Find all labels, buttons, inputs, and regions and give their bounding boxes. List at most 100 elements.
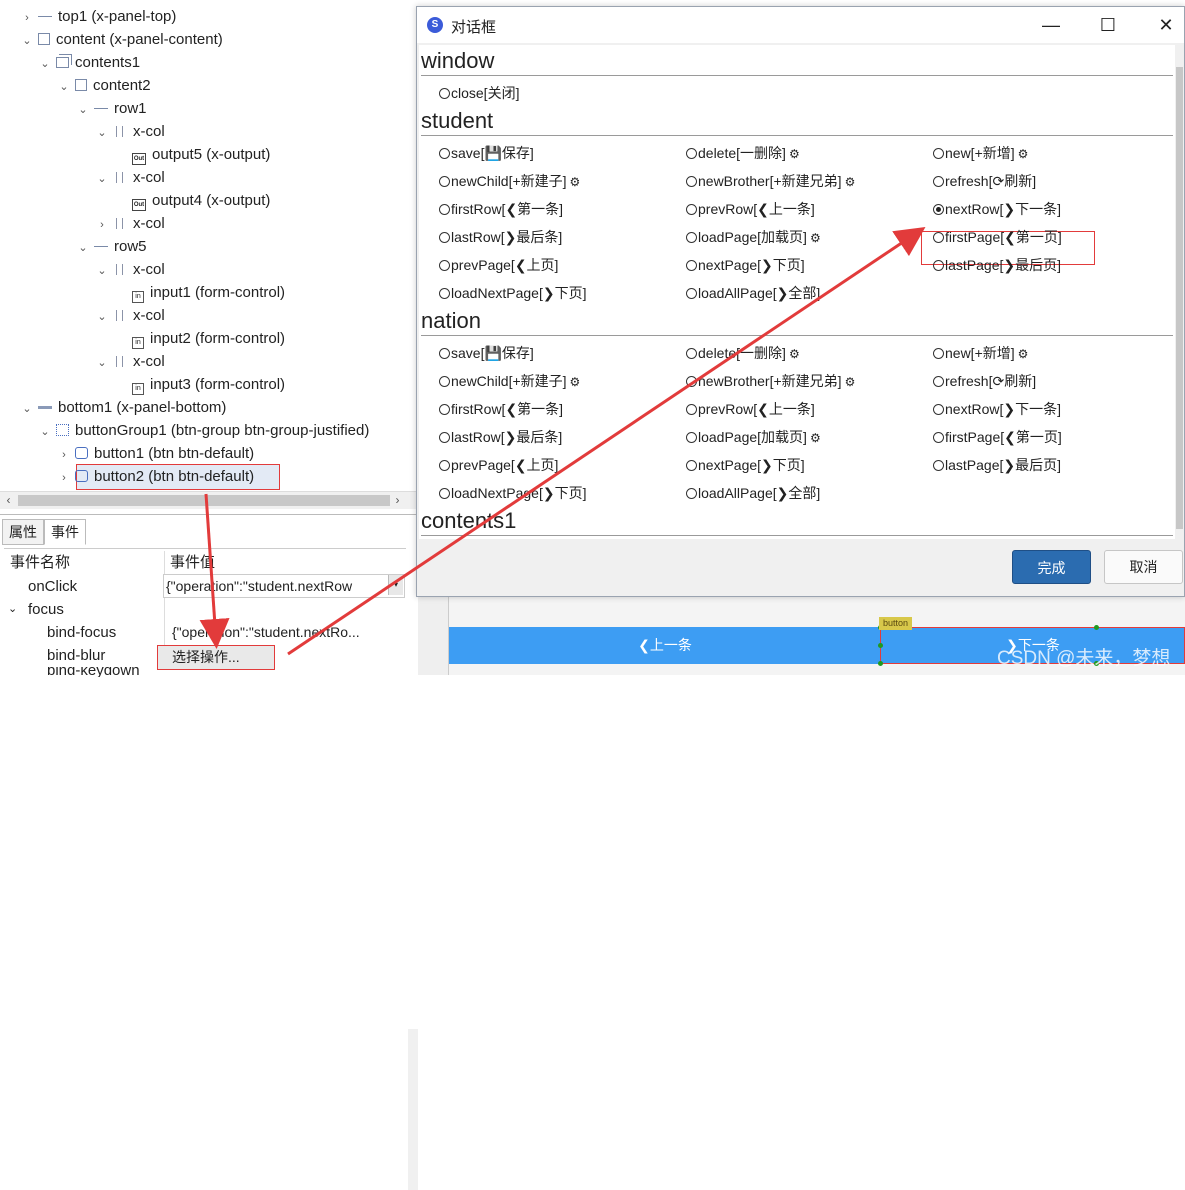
radio-button[interactable] (933, 460, 944, 471)
radio-button[interactable] (439, 288, 450, 299)
chevron-right-icon[interactable]: › (20, 7, 34, 30)
tree-node[interactable]: in input2 (form-control) (114, 327, 285, 350)
tree-node[interactable]: › x-col (95, 212, 165, 235)
operation-option[interactable]: firstRow[❮第一条] (439, 199, 563, 219)
radio-button[interactable] (439, 204, 450, 215)
chevron-right-icon[interactable]: › (57, 467, 71, 490)
scrollbar-thumb[interactable] (18, 495, 390, 506)
operation-option[interactable]: loadAllPage[❯全部] (686, 283, 820, 303)
operation-option[interactable]: firstPage[❮第一页] (933, 227, 1062, 247)
onclick-dropdown-icon[interactable]: ▾ (388, 575, 403, 595)
operation-option[interactable]: newChild[+新建子] ⚙ (439, 171, 580, 191)
operation-option[interactable]: loadPage[加载页] ⚙ (686, 427, 821, 447)
done-button[interactable]: 完成 (1012, 550, 1091, 584)
resize-handle[interactable] (878, 643, 883, 648)
radio-button[interactable] (439, 260, 450, 271)
chevron-right-icon[interactable]: › (57, 444, 71, 467)
radio-button[interactable] (686, 176, 697, 187)
tree-node[interactable]: ⌄ x-col (95, 304, 164, 329)
tree-node[interactable]: in input1 (form-control) (114, 281, 285, 304)
tree-node[interactable]: › button2 (btn btn-default) (57, 465, 254, 488)
onclick-value-field[interactable]: {"operation":"student.nextRow (163, 574, 405, 598)
radio-button[interactable] (439, 404, 450, 415)
radio-button[interactable] (439, 460, 450, 471)
radio-button[interactable] (439, 88, 450, 99)
radio-button[interactable] (933, 176, 944, 187)
tree-node[interactable]: Out output4 (x-output) (114, 189, 270, 212)
chevron-right-icon[interactable]: › (95, 214, 109, 237)
radio-button[interactable] (439, 348, 450, 359)
radio-button[interactable] (933, 148, 944, 159)
operation-option[interactable]: nextRow[❯下一条] (933, 199, 1061, 219)
radio-button[interactable] (686, 232, 697, 243)
chevron-down-icon[interactable]: ⌄ (57, 76, 71, 99)
operation-option[interactable]: refresh[⟳刷新] (933, 171, 1036, 191)
operation-option[interactable]: nextPage[❯下页] (686, 255, 805, 275)
dialog-titlebar[interactable]: S 对话框 — ☐ ✕ (417, 7, 1184, 43)
radio-button[interactable] (439, 176, 450, 187)
operation-option[interactable]: firstRow[❮第一条] (439, 399, 563, 419)
tree-node[interactable]: ⌄ contents1 (38, 51, 140, 74)
radio-button[interactable] (686, 488, 697, 499)
operation-option[interactable]: delete[一删除] ⚙ (686, 143, 800, 163)
tree-node[interactable]: ⌄ content2 (57, 74, 150, 99)
radio-button[interactable] (439, 232, 450, 243)
close-icon[interactable]: ✕ (1146, 11, 1185, 39)
resize-handle[interactable] (878, 661, 883, 666)
operation-option[interactable]: loadNextPage[❯下页] (439, 483, 586, 503)
operation-option[interactable]: save[💾保存] (439, 343, 534, 363)
operation-option[interactable]: save[💾保存] (439, 143, 534, 163)
chevron-down-icon[interactable]: ⌄ (38, 53, 52, 76)
operation-option[interactable]: loadAllPage[❯全部] (686, 483, 820, 503)
chevron-down-icon[interactable]: ⌄ (76, 99, 90, 122)
tree-node[interactable]: › top1 (x-panel-top) (20, 5, 176, 28)
dialog-vertical-scrollbar[interactable] (1175, 45, 1184, 539)
radio-button[interactable] (686, 404, 697, 415)
radio-button[interactable] (933, 432, 944, 443)
chevron-down-icon[interactable]: ⌄ (95, 306, 109, 329)
tree-node[interactable]: ⌄ x-col (95, 350, 164, 375)
radio-button[interactable] (686, 432, 697, 443)
radio-button[interactable] (686, 204, 697, 215)
resize-handle[interactable] (1094, 625, 1099, 630)
chevron-down-icon[interactable]: ⌄ (38, 421, 52, 444)
operation-option[interactable]: newChild[+新建子] ⚙ (439, 371, 580, 391)
tree-node[interactable]: ⌄ row5 (76, 235, 146, 260)
operation-option[interactable]: prevRow[❮上一条] (686, 399, 815, 419)
radio-button[interactable] (933, 232, 944, 243)
tree-node[interactable]: › button1 (btn btn-default) (57, 442, 254, 465)
operation-option[interactable]: newBrother[+新建兄弟] ⚙ (686, 171, 855, 191)
radio-button[interactable] (933, 260, 944, 271)
chevron-down-icon[interactable]: ⌄ (95, 168, 109, 191)
operation-option[interactable]: refresh[⟳刷新] (933, 371, 1036, 391)
radio-button[interactable] (933, 404, 944, 415)
operation-option[interactable]: lastPage[❯最后页] (933, 255, 1061, 275)
operation-option[interactable]: lastRow[❯最后条] (439, 227, 562, 247)
operation-option[interactable]: nextRow[❯下一条] (933, 399, 1061, 419)
event-value-bind-focus[interactable]: {"operation":"student.nextRo... (172, 621, 360, 644)
scroll-left-icon[interactable]: ‹ (0, 492, 17, 509)
tree-node[interactable]: Out output5 (x-output) (114, 143, 270, 166)
operation-option[interactable]: new[+新增] ⚙ (933, 143, 1028, 163)
chevron-down-icon[interactable]: ⌄ (95, 352, 109, 375)
operation-option[interactable]: new[+新增] ⚙ (933, 343, 1028, 363)
operation-option[interactable]: newBrother[+新建兄弟] ⚙ (686, 371, 855, 391)
operation-option[interactable]: close[关闭] (439, 83, 519, 103)
operation-option[interactable]: lastPage[❯最后页] (933, 455, 1061, 475)
operation-option[interactable]: prevRow[❮上一条] (686, 199, 815, 219)
operation-option[interactable]: prevPage[❮上页] (439, 455, 558, 475)
radio-button[interactable] (439, 376, 450, 387)
operation-option[interactable]: delete[一删除] ⚙ (686, 343, 800, 363)
tree-node[interactable]: ⌄ buttonGroup1 (btn-group btn-group-justi… (38, 419, 369, 442)
operation-option[interactable]: nextPage[❯下页] (686, 455, 805, 475)
chevron-down-icon[interactable]: ⌄ (95, 122, 109, 145)
radio-button[interactable] (686, 348, 697, 359)
tab-events[interactable]: 事件 (44, 519, 86, 545)
radio-button[interactable] (686, 260, 697, 271)
radio-button[interactable] (439, 148, 450, 159)
radio-button[interactable] (439, 488, 450, 499)
maximize-icon[interactable]: ☐ (1088, 11, 1128, 39)
chevron-down-icon[interactable]: ⌄ (76, 237, 90, 260)
radio-button[interactable] (686, 376, 697, 387)
tree-node[interactable]: ⌄ x-col (95, 258, 164, 281)
